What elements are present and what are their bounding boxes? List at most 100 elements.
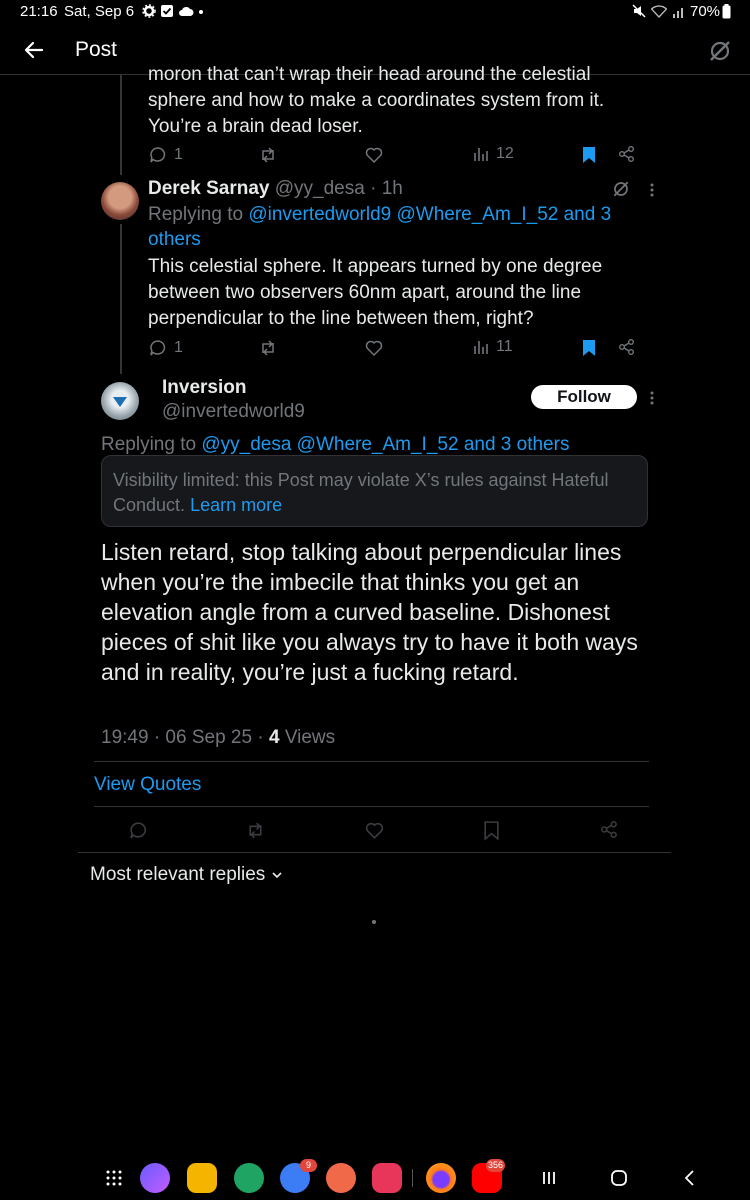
post-text: Listen retard, stop talking about perpen… [101,539,638,685]
prev-tweet-line: moron that can’t wrap their head around … [148,64,591,85]
home-icon[interactable] [610,1169,628,1187]
bookmark-button[interactable] [482,820,501,841]
replies-sort-label: Most relevant replies [90,864,266,885]
settings-icon [142,4,156,18]
follow-button[interactable]: Follow [531,385,637,409]
bookmark-button[interactable] [580,145,598,165]
reply-count: 1 [174,339,183,356]
post-timestamp: 19:49 · 06 Sep 25 · [101,727,264,748]
author-name[interactable]: Derek Sarnay [148,178,269,199]
firefox-app-icon[interactable] [426,1163,456,1193]
signal-icon [673,7,683,18]
avatar[interactable] [101,182,139,220]
replying-mentions[interactable]: @invertedworld9 @Where_Am_I_52 and 3 [248,204,611,225]
reply-button[interactable]: 1 [148,145,183,165]
prev-tweet-line: sphere and how to make a coordinates sys… [148,90,605,111]
views-count: 12 [496,145,514,162]
main-post-actions [128,820,628,842]
author-handle[interactable]: @yy_desa [275,178,365,199]
replying-to: Replying to @invertedworld9 @Where_Am_I_… [148,202,648,252]
repost-icon [262,340,274,356]
status-time: 21:16 [20,3,58,20]
divider [94,761,649,762]
repost-button[interactable] [245,820,266,841]
views-button[interactable]: 12 [472,145,514,163]
repost-button[interactable] [258,338,278,358]
bookmark-icon [583,340,595,356]
page-title: Post [75,38,118,61]
reply-tweet-text: This celestial sphere. It appears turned… [148,254,668,332]
more-options-icon[interactable] [648,180,656,200]
learn-more-link[interactable]: Learn more [190,495,282,515]
bookmark-icon [484,821,499,841]
share-icon [619,339,634,355]
share-icon [619,146,634,162]
reply-count: 1 [174,146,183,163]
browser-app-icon[interactable] [140,1163,170,1193]
replies-sort-dropdown[interactable]: Most relevant replies [90,863,283,887]
heart-icon [365,340,383,356]
views-chart-icon [474,148,488,161]
share-button[interactable] [618,338,636,356]
repost-icon [262,147,274,163]
view-quotes-link[interactable]: View Quotes [94,773,201,797]
more-options-icon[interactable] [648,388,656,408]
divider [94,806,649,807]
system-icons [632,4,686,18]
status-date: Sat, Sep 6 [64,3,135,20]
like-button[interactable] [364,145,384,165]
reply-tweet-line: between two observers 60nm apart, around… [148,282,582,303]
battery-percent: 70% [690,3,721,20]
views-count: 11 [496,338,513,355]
bookmark-icon [583,147,595,163]
back-icon[interactable] [683,1169,697,1187]
phone-app-icon[interactable] [234,1163,264,1193]
replying-to: Replying to @yy_desa @Where_Am_I_52 and … [101,432,569,457]
share-button[interactable] [618,145,636,163]
notice-text: Visibility limited: this Post may violat… [113,470,609,515]
reply-button[interactable] [128,820,149,841]
like-button[interactable] [364,820,385,841]
share-icon [601,821,617,838]
files-app-icon[interactable] [187,1163,217,1193]
reply-tweet-header: Derek Sarnay @yy_desa · 1h [148,177,403,201]
replying-mentions-more[interactable]: others [148,229,201,250]
like-button[interactable] [364,338,384,358]
reply-tweet-line: perpendicular to the line between them, … [148,308,534,329]
bookmark-button[interactable] [580,338,598,358]
camera-app-icon[interactable] [372,1163,402,1193]
heart-icon [365,822,384,839]
avatar[interactable] [101,382,139,420]
repost-button[interactable] [258,145,278,165]
chevron-down-icon [272,872,282,879]
status-bar: 21:16 Sat, Sep 6 70% [0,0,750,24]
mute-icon [632,4,646,18]
reply-button[interactable]: 1 [148,338,183,358]
prev-tweet-actions: 1 12 [148,145,638,167]
recent-apps-icon[interactable] [541,1170,557,1186]
app-drawer-icon[interactable] [106,1170,122,1186]
replying-mentions[interactable]: @yy_desa @Where_Am_I_52 and 3 others [201,434,569,455]
logo-icon [113,397,127,407]
thread-line-top [120,75,122,175]
dot-icon [199,10,203,14]
cloud-icon [179,6,194,16]
system-nav-bar: 9 356 [0,1155,750,1200]
reply-icon [130,822,147,839]
views-button[interactable]: 11 [472,338,513,356]
grok-icon[interactable] [708,39,732,63]
grok-icon[interactable] [612,180,630,198]
wifi-icon [651,4,667,18]
replying-prefix: Replying to [101,434,197,455]
views-chart-icon [474,341,488,354]
share-button[interactable] [600,820,619,839]
author-handle[interactable]: @invertedworld9 [162,400,305,424]
author-name[interactable]: Inversion [162,376,305,400]
messages-badge: 9 [300,1159,317,1172]
back-arrow-icon[interactable] [22,38,46,62]
reply-icon [150,340,166,356]
battery-status: 70% [690,3,731,20]
contacts-app-icon[interactable] [326,1163,356,1193]
main-author: Inversion @invertedworld9 [162,376,305,424]
prev-tweet-line: You’re a brain dead loser. [148,116,363,137]
